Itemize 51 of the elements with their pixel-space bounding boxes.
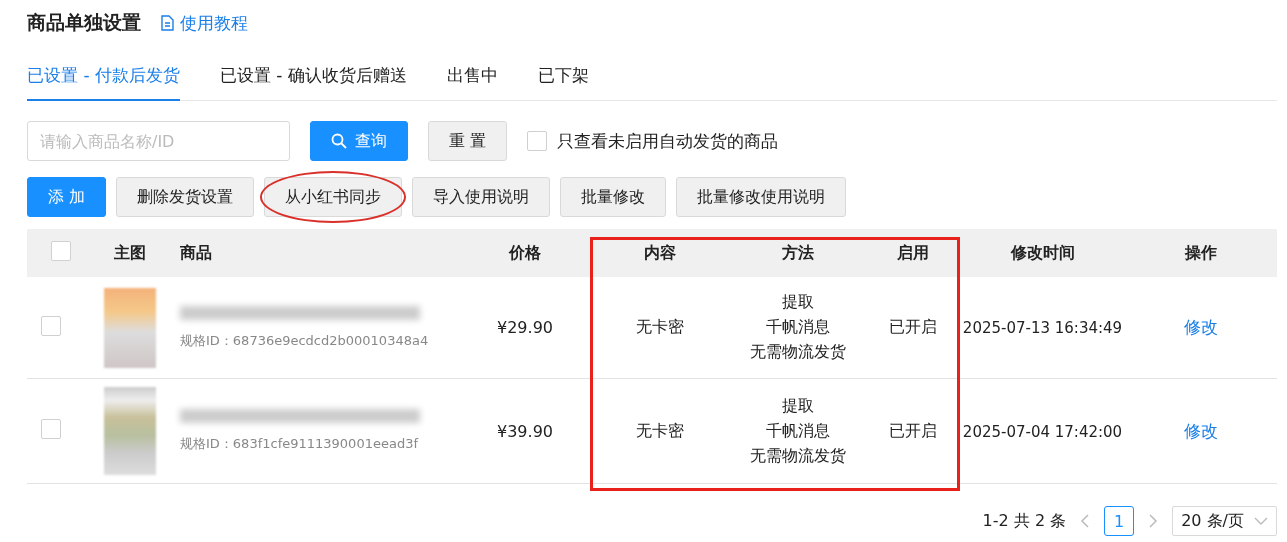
row-checkbox[interactable] bbox=[41, 419, 61, 439]
column-header: 主图 bbox=[114, 242, 146, 262]
toolbar-button[interactable]: 批量修改 bbox=[560, 177, 667, 217]
page-size-select[interactable]: 20 条/页 bbox=[1172, 506, 1277, 536]
toolbar-button[interactable]: 导入使用说明 bbox=[412, 177, 551, 217]
sku-id: 规格ID：683f1cfe9111390001eead3f bbox=[180, 435, 420, 453]
edit-link[interactable]: 修改 bbox=[1184, 420, 1218, 441]
document-icon bbox=[161, 15, 174, 31]
column-header: 方法 bbox=[781, 242, 814, 262]
sku-id: 规格ID：68736e9ecdcd2b00010348a4 bbox=[180, 331, 430, 350]
method-line: 提取 bbox=[781, 395, 814, 417]
column-header: 操作 bbox=[1185, 242, 1217, 262]
checkbox[interactable] bbox=[527, 131, 548, 151]
column-header: 商品 bbox=[180, 242, 212, 262]
select-all-checkbox[interactable] bbox=[50, 241, 71, 261]
price: ¥29.90 bbox=[497, 318, 553, 337]
content-value: 无卡密 bbox=[636, 317, 684, 336]
method-line: 千帆消息 bbox=[765, 317, 830, 338]
page-title: 商品单独设置 bbox=[27, 10, 141, 35]
tab[interactable]: 已下架 bbox=[537, 58, 589, 101]
column-header: 启用 bbox=[896, 242, 929, 262]
reset-button[interactable]: 重 置 bbox=[428, 121, 508, 161]
edit-link[interactable]: 修改 bbox=[1184, 317, 1218, 337]
search-icon bbox=[331, 133, 347, 149]
search-field[interactable]: 请输入商品名称/ID bbox=[27, 121, 290, 161]
price: ¥39.90 bbox=[497, 421, 553, 441]
toolbar-button[interactable]: 从小红书同步 bbox=[264, 177, 403, 217]
prev-page-icon[interactable] bbox=[1080, 514, 1091, 528]
tab[interactable]: 已设置 - 确认收货后赠送 bbox=[219, 58, 407, 101]
tab[interactable]: 已设置 - 付款后发货 bbox=[27, 58, 180, 101]
method-line: 提取 bbox=[781, 292, 814, 313]
caret-icon bbox=[1254, 517, 1268, 525]
row-checkbox[interactable] bbox=[41, 315, 61, 336]
content-value: 无卡密 bbox=[636, 420, 684, 440]
modified-time: 2025-07-13 16:34:49 bbox=[962, 319, 1123, 337]
column-header: 内容 bbox=[644, 242, 676, 262]
modified-time: 2025-07-04 17:42:00 bbox=[962, 422, 1123, 441]
checkbox-label: 只查看未启用自动发货的商品 bbox=[557, 129, 779, 153]
toolbar-button[interactable]: 批量修改使用说明 bbox=[676, 177, 847, 217]
enabled-status: 已开启 bbox=[888, 420, 937, 440]
next-page-icon[interactable] bbox=[1148, 514, 1159, 528]
column-header: 修改时间 bbox=[1010, 242, 1075, 262]
method-line: 千帆消息 bbox=[765, 420, 830, 442]
tutorial-link[interactable]: 使用教程 bbox=[161, 11, 248, 35]
method-line: 无需物流发货 bbox=[749, 342, 846, 363]
pagination-summary: 1-2 共 2 条 bbox=[982, 510, 1067, 532]
column-header: 价格 bbox=[509, 242, 541, 262]
enabled-status: 已开启 bbox=[888, 317, 937, 336]
toolbar-button[interactable]: 删除发货设置 bbox=[116, 177, 255, 217]
tab[interactable]: 出售中 bbox=[446, 58, 498, 101]
method-line: 无需物流发货 bbox=[749, 445, 846, 467]
